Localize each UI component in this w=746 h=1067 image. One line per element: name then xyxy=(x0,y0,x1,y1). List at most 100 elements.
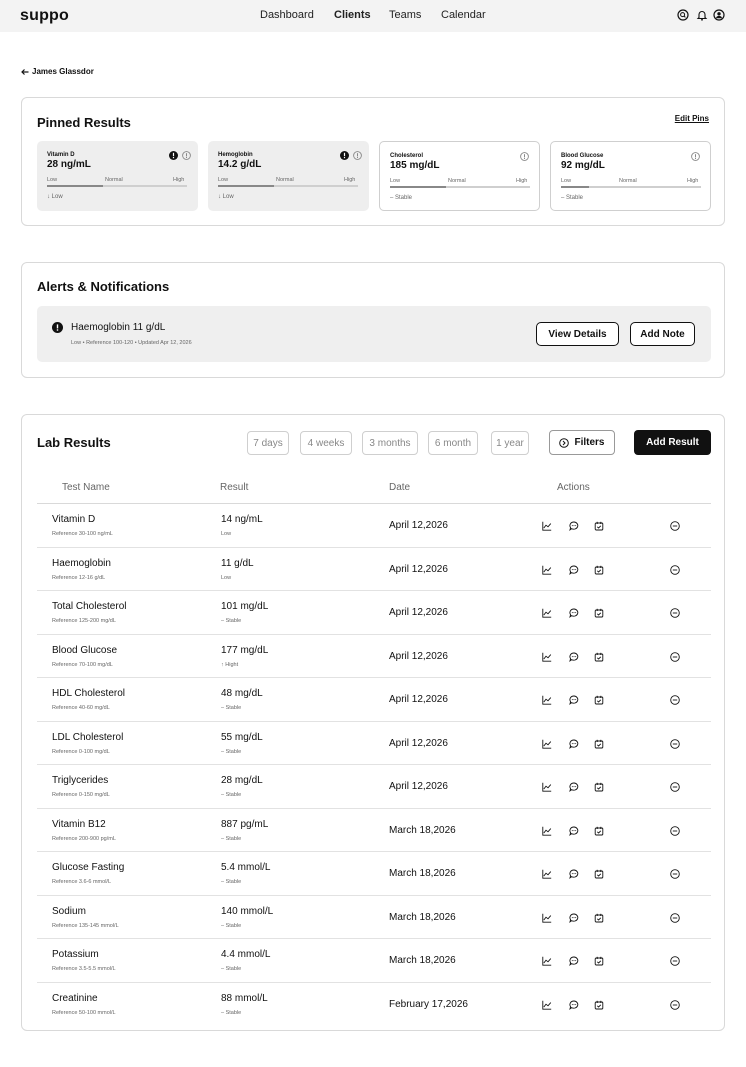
info-icon[interactable] xyxy=(182,151,191,160)
view-details-button[interactable]: View Details xyxy=(536,322,619,346)
comment-icon[interactable] xyxy=(569,565,579,575)
remove-icon[interactable] xyxy=(670,651,680,662)
result-date: April 12,2026 xyxy=(389,694,448,705)
nav-dashboard[interactable]: Dashboard xyxy=(260,9,314,21)
chart-icon[interactable] xyxy=(542,956,552,966)
nav-teams[interactable]: Teams xyxy=(389,9,421,21)
table-row[interactable]: Blood Glucose Reference 70-100 mg/dL 177 m… xyxy=(37,635,711,678)
calendar-icon[interactable] xyxy=(594,608,604,618)
table-row[interactable]: Total Cholesterol Reference 125-200 mg/dL… xyxy=(37,591,711,635)
test-name: Vitamin D xyxy=(52,514,96,525)
chart-icon[interactable] xyxy=(542,695,552,705)
comment-icon[interactable] xyxy=(569,913,579,923)
comment-icon[interactable] xyxy=(569,826,579,836)
column-header-result[interactable]: Result xyxy=(220,482,248,493)
pinned-card[interactable]: Cholesterol 185 mg/dL Low Normal High – Stabl… xyxy=(379,141,540,211)
test-name: Total Cholesterol xyxy=(52,601,127,612)
remove-icon[interactable] xyxy=(670,521,680,531)
table-row[interactable]: Triglycerides Reference 0-150 mg/dL 28 mg/… xyxy=(37,765,711,809)
remove-icon[interactable] xyxy=(670,695,680,705)
nav-calendar[interactable]: Calendar xyxy=(441,9,486,21)
test-reference: Reference 200-900 pg/mL xyxy=(52,835,116,842)
filters-button[interactable]: Filters xyxy=(549,430,615,455)
chart-icon[interactable] xyxy=(542,652,552,662)
user-icon[interactable] xyxy=(713,9,725,21)
info-icon[interactable] xyxy=(691,152,700,161)
table-row[interactable]: Glucose Fasting Reference 3.6-6 mmol/L 5.4… xyxy=(37,852,711,896)
table-row[interactable]: LDL Cholesterol Reference 0-100 mg/dL 55 m… xyxy=(37,722,711,765)
column-header-test-name[interactable]: Test Name xyxy=(62,482,110,493)
table-row[interactable]: Vitamin D Reference 30-100 ng/mL 14 ng/mL L… xyxy=(37,504,711,548)
remove-icon[interactable] xyxy=(670,564,680,575)
remove-icon[interactable] xyxy=(670,869,680,879)
range-label-normal: Normal xyxy=(448,178,466,184)
nav-clients[interactable]: Clients xyxy=(334,9,371,21)
comment-icon[interactable] xyxy=(569,1000,579,1010)
table-row[interactable]: Potassium Reference 3.5-5.5 mmol/L 4.4 mmo… xyxy=(37,939,711,983)
chart-icon[interactable] xyxy=(542,782,552,792)
test-reference: Reference 3.6-6 mmol/L xyxy=(52,879,111,885)
chart-icon[interactable] xyxy=(542,565,552,575)
remove-icon[interactable] xyxy=(670,912,680,923)
pinned-card[interactable]: Blood Glucose 92 mg/dL Low Normal High – Stab… xyxy=(550,141,711,211)
search-icon[interactable] xyxy=(677,9,689,21)
table-row[interactable]: Creatinine Reference 50-100 mmol/L 88 mmol… xyxy=(37,983,711,1027)
chart-icon[interactable] xyxy=(542,869,552,879)
bell-icon[interactable] xyxy=(696,9,708,21)
calendar-icon[interactable] xyxy=(594,826,604,836)
back-link[interactable]: James Glassdor xyxy=(21,67,94,76)
calendar-icon[interactable] xyxy=(594,565,604,575)
table-row[interactable]: HDL Cholesterol Reference 40-60 mg/dL 48 m… xyxy=(37,678,711,722)
pinned-card[interactable]: Hemoglobin 14.2 g/dL Low Normal High ↓ Low xyxy=(208,141,369,211)
calendar-icon[interactable] xyxy=(594,652,604,662)
remove-icon[interactable] xyxy=(670,782,680,792)
chart-icon[interactable] xyxy=(542,608,552,618)
remove-icon[interactable] xyxy=(670,956,680,966)
range-1-year[interactable]: 1 year xyxy=(491,431,529,455)
table-row[interactable]: Haemoglobin Reference 12-16 g/dL 11 g/dL Lo… xyxy=(37,548,711,591)
comment-icon[interactable] xyxy=(569,739,579,749)
column-header-date[interactable]: Date xyxy=(389,482,410,493)
pinned-card[interactable]: Vitamin D 28 ng/mL Low Normal High ↓ Low xyxy=(37,141,198,211)
remove-icon[interactable] xyxy=(670,738,680,749)
pinned-card-trend: – Stable xyxy=(390,195,413,201)
comment-icon[interactable] xyxy=(569,521,579,531)
range-3-months[interactable]: 3 months xyxy=(362,431,418,455)
calendar-icon[interactable] xyxy=(594,782,604,792)
calendar-icon[interactable] xyxy=(594,1000,604,1010)
table-row[interactable]: Vitamin B12 Reference 200-900 pg/mL 887 pg… xyxy=(37,809,711,852)
comment-icon[interactable] xyxy=(569,869,579,879)
comment-icon[interactable] xyxy=(569,608,579,618)
info-icon[interactable] xyxy=(520,152,529,161)
chart-icon[interactable] xyxy=(542,1000,552,1010)
range-7-days[interactable]: 7 days xyxy=(247,431,289,455)
comment-icon[interactable] xyxy=(569,652,579,662)
range-4-weeks[interactable]: 4 weeks xyxy=(300,431,352,455)
chart-icon[interactable] xyxy=(542,913,552,923)
pinned-card-value: 185 mg/dL xyxy=(390,160,440,171)
calendar-icon[interactable] xyxy=(594,521,604,531)
remove-icon[interactable] xyxy=(670,999,680,1010)
add-note-button[interactable]: Add Note xyxy=(630,322,695,346)
remove-icon[interactable] xyxy=(670,608,680,618)
add-result-button[interactable]: Add Result xyxy=(634,430,711,455)
info-icon[interactable] xyxy=(353,151,362,160)
comment-icon[interactable] xyxy=(569,956,579,966)
app-logo[interactable]: suppo xyxy=(20,7,69,25)
calendar-icon[interactable] xyxy=(594,956,604,966)
result-value: 14 ng/mL xyxy=(221,514,263,525)
range-6-month[interactable]: 6 month xyxy=(428,431,478,455)
calendar-icon[interactable] xyxy=(594,869,604,879)
table-row[interactable]: Sodium Reference 135-145 mmol/L 140 mmol/L… xyxy=(37,896,711,939)
comment-icon[interactable] xyxy=(569,782,579,792)
calendar-icon[interactable] xyxy=(594,739,604,749)
comment-icon[interactable] xyxy=(569,695,579,705)
calendar-icon[interactable] xyxy=(594,913,604,923)
calendar-icon[interactable] xyxy=(594,695,604,705)
test-name: Glucose Fasting xyxy=(52,862,125,873)
edit-pins-link[interactable]: Edit Pins xyxy=(675,114,709,123)
chart-icon[interactable] xyxy=(542,826,552,836)
remove-icon[interactable] xyxy=(670,825,680,836)
chart-icon[interactable] xyxy=(542,739,552,749)
chart-icon[interactable] xyxy=(542,521,552,531)
